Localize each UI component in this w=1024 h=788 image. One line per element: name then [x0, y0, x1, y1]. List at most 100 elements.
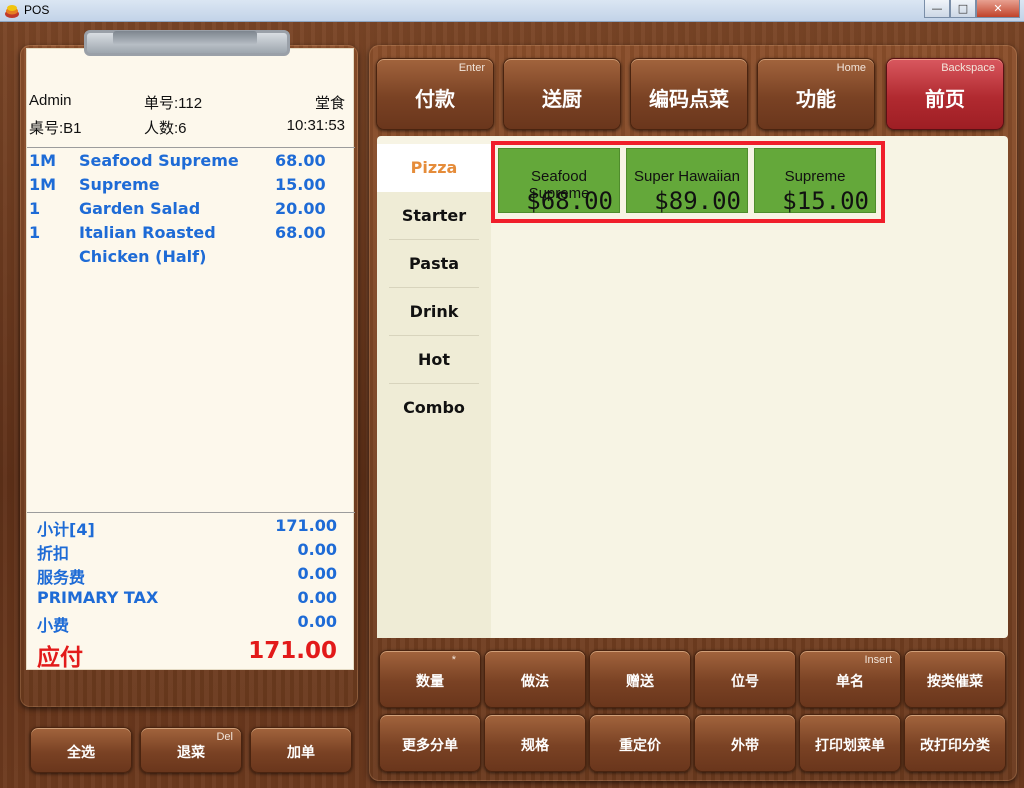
order-item-continued[interactable]: Chicken (Half) — [29, 245, 353, 269]
functions-label: 功能 — [796, 87, 836, 111]
app-logo-icon — [5, 5, 19, 18]
dish-price: $89.00 — [654, 187, 741, 215]
subtotal-row: 小计[4] 171.00 — [37, 514, 347, 539]
close-button[interactable]: ✕ — [976, 0, 1020, 18]
order-time: 10:31:53 — [286, 117, 345, 134]
subtotal-value: 171.00 — [275, 516, 337, 535]
category-hot-combo[interactable]: Hot Combo — [389, 336, 479, 417]
quantity-label: 数量 — [416, 674, 444, 690]
minimize-button[interactable]: — — [924, 0, 950, 18]
window-title: POS — [24, 3, 50, 17]
tip-row: 小费 0.00 — [37, 610, 347, 635]
item-price: 20.00 — [275, 199, 326, 218]
amount-due-label: 应付 — [37, 645, 83, 671]
quantity-shortcut: * — [451, 654, 456, 666]
dish-price: $15.00 — [782, 187, 869, 215]
method-label: 做法 — [521, 674, 549, 690]
guest-count: 人数:6 — [144, 120, 187, 137]
category-drink[interactable]: Drink — [389, 288, 479, 336]
order-totals: 小计[4] 171.00 折扣 0.00 服务费 0.00 PRIMARY TA… — [37, 514, 347, 671]
front-page-shortcut: Backspace — [941, 62, 995, 74]
tip-value: 0.00 — [297, 612, 337, 631]
pay-label: 付款 — [415, 87, 455, 111]
category-pasta[interactable]: Pasta — [389, 240, 479, 288]
more-split-label: 更多分单 — [402, 738, 458, 754]
pay-button[interactable]: Enter 付款 — [376, 58, 494, 130]
table-number: 桌号:B1 — [29, 120, 82, 137]
item-qty: 1 — [29, 199, 41, 218]
change-print-category-label: 改打印分类 — [920, 738, 990, 754]
item-name: Seafood Supreme — [79, 151, 239, 170]
item-name: Chicken (Half) — [79, 247, 207, 266]
clipboard-clip-bar — [113, 31, 257, 45]
urge-by-category-button[interactable]: 按类催菜 — [904, 650, 1006, 708]
item-name-shortcut: Insert — [864, 654, 892, 666]
discount-row: 折扣 0.00 — [37, 538, 347, 563]
takeaway-button[interactable]: 外带 — [694, 714, 796, 772]
header-divider — [27, 147, 355, 148]
item-name-button[interactable]: Insert 单名 — [799, 650, 901, 708]
item-price: 68.00 — [275, 151, 326, 170]
select-all-label: 全选 — [67, 745, 95, 761]
more-split-button[interactable]: 更多分单 — [379, 714, 481, 772]
front-page-button[interactable]: Backspace 前页 — [886, 58, 1004, 130]
discount-value: 0.00 — [297, 540, 337, 559]
return-item-label: 退菜 — [177, 745, 205, 761]
subtotal-label: 小计[4] — [37, 520, 95, 539]
print-list-button[interactable]: 打印划菜单 — [799, 714, 901, 772]
change-print-category-button[interactable]: 改打印分类 — [904, 714, 1006, 772]
send-kitchen-label: 送厨 — [542, 87, 582, 111]
gift-label: 赠送 — [626, 674, 654, 690]
dish-tile[interactable]: Super Hawaiian $89.00 — [626, 148, 748, 215]
category-pizza[interactable]: Pizza — [377, 144, 491, 192]
tip-label: 小费 — [37, 616, 70, 635]
maximize-button[interactable]: □ — [950, 0, 976, 18]
takeaway-label: 外带 — [731, 738, 759, 754]
order-item[interactable]: 1 Italian Roasted 68.00 — [29, 221, 353, 245]
dine-type: 堂食 — [314, 95, 345, 112]
urge-by-category-label: 按类催菜 — [927, 674, 983, 690]
item-qty: 1M — [29, 175, 57, 194]
spec-button[interactable]: 规格 — [484, 714, 586, 772]
gift-button[interactable]: 赠送 — [589, 650, 691, 708]
dish-tile[interactable]: Seafood Supreme $68.00 — [498, 148, 620, 215]
reprice-button[interactable]: 重定价 — [589, 714, 691, 772]
dish-tile[interactable]: Supreme $15.00 — [754, 148, 876, 215]
spec-label: 规格 — [521, 738, 549, 754]
functions-shortcut: Home — [836, 62, 866, 74]
send-kitchen-button[interactable]: 送厨 — [503, 58, 621, 130]
add-order-button[interactable]: 加单 — [250, 727, 352, 773]
discount-label: 折扣 — [37, 544, 70, 563]
item-name: Italian Roasted — [79, 223, 216, 242]
functions-button[interactable]: Home 功能 — [757, 58, 875, 130]
add-order-label: 加单 — [287, 745, 315, 761]
code-order-button[interactable]: 编码点菜 — [630, 58, 748, 130]
order-item[interactable]: 1M Seafood Supreme 68.00 — [29, 149, 353, 173]
method-button[interactable]: 做法 — [484, 650, 586, 708]
service-row: 服务费 0.00 — [37, 562, 347, 587]
operator-name: Admin — [29, 92, 72, 109]
reprice-label: 重定价 — [619, 738, 661, 754]
service-label: 服务费 — [37, 568, 86, 587]
item-price: 15.00 — [275, 175, 326, 194]
order-item[interactable]: 1 Garden Salad 20.00 — [29, 197, 353, 221]
dish-name: Super Hawaiian — [634, 168, 740, 185]
return-item-button[interactable]: Del 退菜 — [140, 727, 242, 773]
item-name: Garden Salad — [79, 199, 201, 218]
category-starter[interactable]: Starter — [389, 192, 479, 240]
order-number: 单号:112 — [144, 95, 203, 112]
dish-name: Supreme — [784, 168, 846, 185]
amount-due-row: 应付 171.00 — [37, 634, 347, 671]
select-all-button[interactable]: 全选 — [30, 727, 132, 773]
tax-label: PRIMARY TAX — [37, 588, 159, 607]
quantity-button[interactable]: * 数量 — [379, 650, 481, 708]
seat-button[interactable]: 位号 — [694, 650, 796, 708]
seat-label: 位号 — [731, 674, 759, 690]
item-name: Supreme — [79, 175, 160, 194]
item-qty: 1 — [29, 223, 41, 242]
amount-due-value: 171.00 — [248, 638, 337, 664]
service-value: 0.00 — [297, 564, 337, 583]
item-name-label: 单名 — [836, 674, 864, 690]
item-price: 68.00 — [275, 223, 326, 242]
order-item[interactable]: 1M Supreme 15.00 — [29, 173, 353, 197]
